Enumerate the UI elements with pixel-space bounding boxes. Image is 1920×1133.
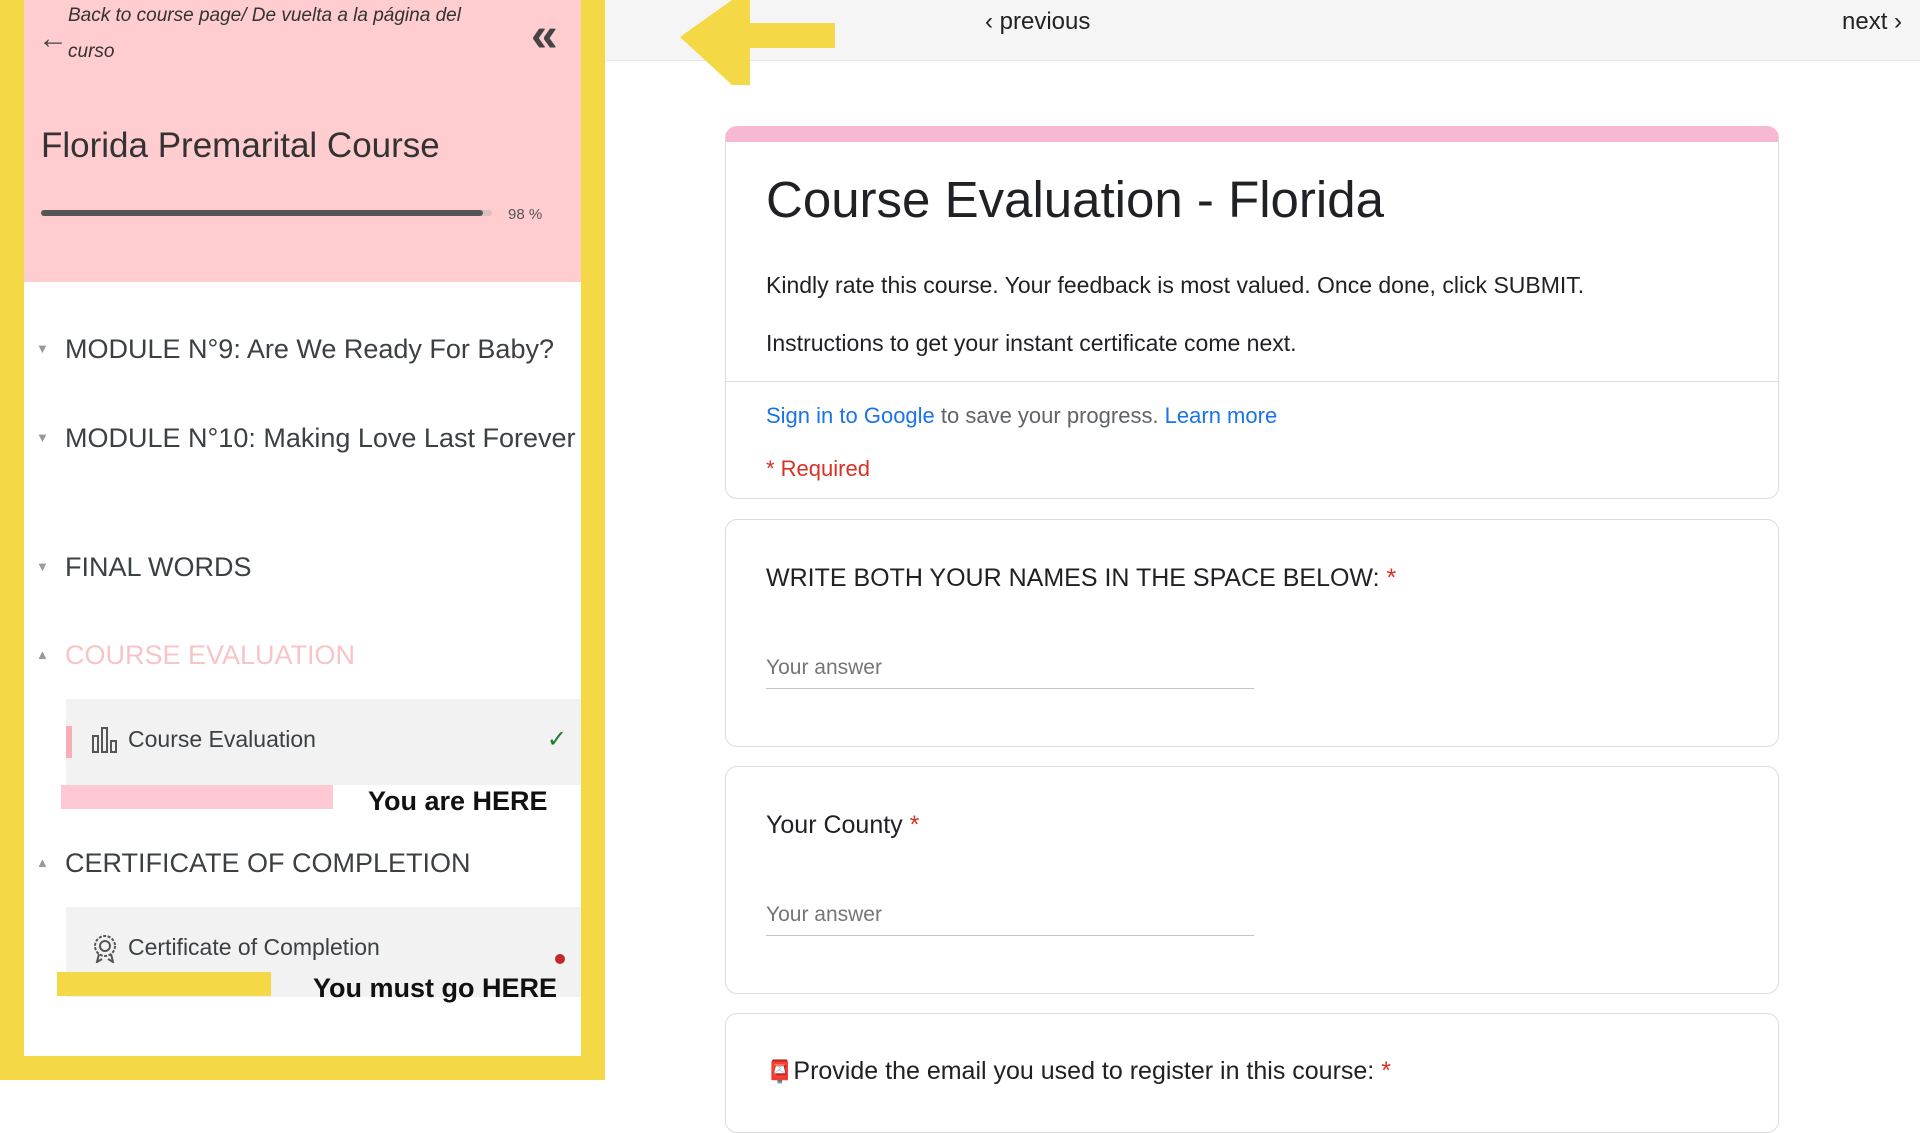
form-title: Course Evaluation - Florida [766,171,1384,228]
question-title: WRITE BOTH YOUR NAMES IN THE SPACE BELOW… [766,564,1396,593]
arrow-left-icon[interactable]: ← [38,22,68,56]
form-instructions: Instructions to get your instant certifi… [766,330,1297,356]
lesson-certificate-label: Certificate of Completion [128,934,380,960]
form-header-card: Course Evaluation - Florida Kindly rate … [725,126,1779,499]
required-star: * [909,811,920,839]
lesson-course-evaluation[interactable]: Course Evaluation ✓ [66,699,581,785]
active-indicator [66,726,72,758]
form-description: Kindly rate this course. Your feedback i… [766,272,1585,298]
question-title: Your County * [766,811,919,840]
sidebar-header: ← Back to course page/ De vuelta a la pá… [24,0,581,282]
next-button[interactable]: next › [1842,8,1902,36]
you-are-here-annotation: You are HERE [368,786,548,816]
signin-text: to save your progress. [934,403,1165,428]
certificate-section-label: CERTIFICATE OF COMPLETION [65,848,471,878]
question-title: 📮Provide the email you used to register … [766,1057,1391,1086]
learn-more-link[interactable]: Learn more [1165,403,1278,428]
divider [726,381,1778,382]
course-evaluation-section-label: COURSE EVALUATION [65,640,356,670]
previous-button[interactable]: ‹ previous [985,8,1090,36]
caret-down-icon: ▼ [36,430,49,445]
back-to-course-link[interactable]: Back to course page/ De vuelta a la pági… [68,5,508,70]
sign-in-link[interactable]: Sign in to Google [766,403,935,428]
module-10-label: MODULE N°10: Making Love Last Forever [65,423,576,453]
back-link-line2: curso [68,41,115,62]
required-note: * Required [766,456,870,481]
required-star: * [1381,1057,1391,1085]
course-evaluation-section[interactable]: ▲ COURSE EVALUATION [24,635,581,675]
caret-down-icon: ▼ [36,341,49,356]
course-title: Florida Premarital Course [41,126,440,165]
question-card-names: WRITE BOTH YOUR NAMES IN THE SPACE BELOW… [725,519,1779,747]
question-names-label: WRITE BOTH YOUR NAMES IN THE SPACE BELOW… [766,564,1380,592]
county-answer-input[interactable] [766,899,1254,936]
you-must-go-here-highlight [57,972,271,996]
certificate-section[interactable]: ▲ CERTIFICATE OF COMPLETION [24,843,581,883]
caret-down-icon: ▼ [36,559,49,574]
pointer-arrow-icon [680,0,835,85]
award-badge-icon [94,935,116,963]
question-card-county: Your County * [725,766,1779,994]
bar-chart-icon [92,727,117,753]
question-card-email: 📮Provide the email you used to register … [725,1013,1779,1133]
you-are-here-highlight [61,785,333,809]
caret-up-icon: ▲ [36,647,49,662]
final-words-item[interactable]: ▼ FINAL WORDS [24,547,581,587]
progress-bar [41,210,492,216]
you-must-go-here-annotation: You must go HERE [313,973,558,1003]
caret-up-icon: ▲ [36,855,49,870]
lesson-course-evaluation-label: Course Evaluation [128,726,316,752]
progress-percentage: 98 % [508,206,543,223]
mailbox-icon: 📮 [766,1059,794,1084]
final-words-label: FINAL WORDS [65,552,252,582]
names-answer-input[interactable] [766,652,1254,689]
question-county-label: Your County [766,811,903,839]
sidebar-frame: ← Back to course page/ De vuelta a la pá… [0,0,605,1080]
course-sidebar: ← Back to course page/ De vuelta a la pá… [24,0,581,1056]
double-chevron-left-icon[interactable]: « [531,12,558,60]
check-icon: ✓ [546,726,567,753]
module-9-item[interactable]: ▼ MODULE N°9: Are We Ready For Baby? [24,329,581,369]
back-link-line1: Back to course page/ De vuelta a la pági… [68,5,461,26]
required-star: * [1386,564,1397,592]
signin-row: Sign in to Google to save your progress.… [766,403,1277,429]
question-email-label: Provide the email you used to register i… [793,1057,1375,1085]
incomplete-status-dot [555,954,565,964]
module-10-item[interactable]: ▼ MODULE N°10: Making Love Last Forever [24,418,581,458]
progress-fill [41,210,483,216]
module-9-label: MODULE N°9: Are We Ready For Baby? [65,334,554,364]
